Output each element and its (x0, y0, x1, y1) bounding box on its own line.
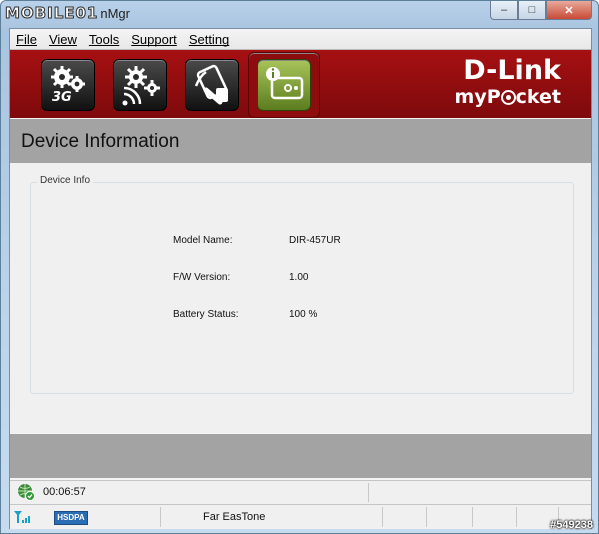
network-type-badge: HSDPA (54, 511, 88, 525)
window-controls: – □ ✕ (490, 1, 592, 20)
maximize-button[interactable]: □ (518, 1, 546, 20)
status-divider (382, 507, 383, 527)
status-divider (472, 507, 473, 527)
connection-status-bar: 00:06:57 (10, 480, 591, 504)
carrier-name: Far EasTone (203, 511, 266, 523)
battery-status-value: 100 % (289, 309, 318, 320)
mobile01-logo: MOBILE01 (4, 4, 99, 23)
network-status-bar: HSDPA Far EasTone (10, 504, 591, 529)
menu-view[interactable]: View (49, 32, 77, 47)
window-title: MOBILE01 nMgr (4, 4, 130, 23)
menu-tools[interactable]: Tools (89, 32, 119, 47)
title-bar[interactable]: MOBILE01 nMgr – □ ✕ (1, 1, 598, 27)
sim-settings-button[interactable] (185, 59, 239, 111)
fw-version-label: F/W Version: (173, 272, 231, 283)
mypocket-logo-right: cket (515, 86, 561, 108)
page-header: Device Information (10, 119, 591, 163)
close-button[interactable]: ✕ (546, 1, 592, 20)
content-panel: Device Info Model Name: DIR-457UR F/W Ve… (10, 163, 591, 433)
client-area: File View Tools Support Setting 3G D-Lin… (9, 28, 592, 529)
dlink-brand: D-Link myP cket (455, 55, 561, 109)
window-title-suffix: nMgr (100, 5, 130, 21)
group-legend: Device Info (37, 175, 94, 186)
3g-settings-button[interactable]: 3G (41, 59, 95, 111)
battery-status-label: Battery Status: (173, 309, 239, 320)
pocket-o-icon (500, 90, 516, 105)
model-name-value: DIR-457UR (289, 235, 341, 246)
menu-file[interactable]: File (16, 32, 37, 47)
menu-support[interactable]: Support (131, 32, 177, 47)
connection-timer: 00:06:57 (43, 486, 86, 498)
status-divider (160, 507, 161, 527)
menu-bar: File View Tools Support Setting (10, 29, 591, 50)
globe-connected-icon (18, 484, 35, 501)
mypocket-logo: myP cket (455, 86, 561, 108)
toolbar-banner: 3G D-Link myP cket (10, 50, 591, 118)
fw-version-value: 1.00 (289, 272, 309, 283)
device-info-button[interactable] (257, 59, 311, 111)
model-name-label: Model Name: (173, 235, 233, 246)
page-title: Device Information (21, 131, 180, 152)
signal-strength-icon (14, 511, 30, 523)
image-watermark: #549238 (550, 519, 593, 531)
status-divider (368, 483, 369, 502)
footer-bar (10, 434, 591, 478)
device-info-group: Device Info Model Name: DIR-457UR F/W Ve… (30, 175, 574, 394)
3g-caption: 3G (52, 90, 72, 105)
mypocket-logo-left: myP (454, 86, 501, 108)
wireless-settings-icon (122, 66, 160, 106)
wireless-settings-button[interactable] (113, 59, 167, 111)
dlink-logo: D-Link (463, 55, 561, 86)
menu-setting[interactable]: Setting (189, 32, 229, 47)
device-info-icon (266, 67, 304, 100)
app-window: MOBILE01 nMgr – □ ✕ File View Tools Supp… (0, 0, 599, 534)
status-divider (426, 507, 427, 527)
sim-card-icon (194, 64, 228, 105)
status-divider (516, 507, 517, 527)
minimize-button[interactable]: – (490, 1, 518, 20)
